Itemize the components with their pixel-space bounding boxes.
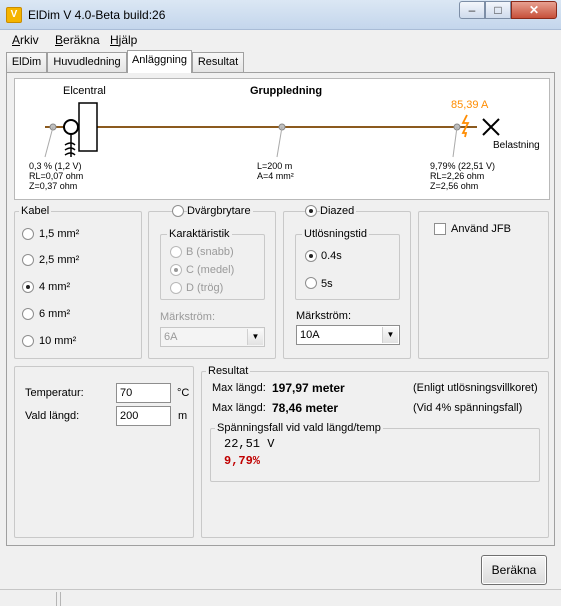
right-info: 9,79% (22,51 V) RL=2,26 ohm Z=2,56 ohm [430,161,496,191]
diazed-markstrom-label: Märkström: [296,310,351,322]
status-bar [0,589,561,606]
temperature-label: Temperatur: [25,387,84,399]
utlosningstid-radio-04[interactable] [305,250,317,262]
berakna-button[interactable]: Beräkna [481,555,547,585]
elcentral-label: Elcentral [63,85,106,97]
karakteristik-label-d: D (trög) [186,282,224,294]
max-length-note-2: (Vid 4% spänningsfall) [413,402,523,414]
minimize-button[interactable]: – [459,1,485,19]
max-length-value-1: 197,97 meter [272,381,345,395]
diazed-markstrom-select[interactable]: 10A ▼ [296,325,400,345]
kabel-label-2-5: 2,5 mm² [39,254,80,266]
max-length-note-1: (Enligt utlösningsvillkoret) [413,382,538,394]
tab-eldim[interactable]: ElDim [6,52,47,72]
tab-strip: ElDim Huvudledning Anläggning Resultat [0,50,561,73]
diazed-label: Diazed [320,205,357,217]
kabel-label-10: 10 mm² [39,335,77,347]
karakteristik-label-b: B (snabb) [186,246,234,258]
tab-anlaggning[interactable]: Anläggning [127,50,192,73]
maximize-button[interactable]: □ [485,1,511,19]
menu-bar: Arkiv Beräkna Hjälp [0,30,561,50]
utlosningstid-radio-5[interactable] [305,277,317,289]
kabel-legend: Kabel [19,205,52,217]
karakteristik-legend: Karaktäristik [167,228,232,240]
kabel-label-6: 6 mm² [39,308,71,320]
tab-resultat[interactable]: Resultat [192,52,244,72]
length-input[interactable]: 200 [116,406,171,426]
utlosningstid-legend: Utlösningstid [302,228,369,240]
current-label: 85,39 A [451,99,489,111]
status-separator [56,592,57,606]
temperature-unit: °C [177,387,190,399]
kabel-radio-6[interactable] [22,308,34,320]
utlosningstid-group: Utlösningstid [295,228,400,300]
diazed-radio[interactable] [305,205,317,217]
app-icon: V [6,7,22,23]
karakteristik-radio-c[interactable] [170,264,182,276]
voltage-drop-percent: 9,79% [224,454,261,468]
mid-info: L=200 m A=4 mm² [257,161,294,181]
karakteristik-radio-d[interactable] [170,282,182,294]
ground-icon [64,142,76,156]
tab-huvudledning[interactable]: Huvudledning [47,52,127,72]
temperature-input[interactable]: 70 [116,383,171,403]
close-button[interactable]: ✕ [511,1,557,19]
dvargbrytare-label: Dvärgbrytare [187,205,253,217]
chevron-down-icon: ▼ [247,329,263,345]
length-unit: m [178,410,188,422]
karakteristik-label-c: C (medel) [186,264,235,276]
elcentral-circle [63,119,79,135]
length-value: 200 [120,410,139,422]
resultat-legend: Resultat [206,365,251,377]
max-length-label-1: Max längd: [212,382,266,394]
chevron-down-icon: ▼ [382,327,398,343]
utlosningstid-label-04: 0.4s [321,250,342,262]
title-bar: V ElDim V 4.0-Beta build:26 – □ ✕ [0,0,561,30]
max-length-label-2: Max längd: [212,402,266,414]
kabel-radio-4[interactable] [22,281,34,293]
dvargbrytare-radio[interactable] [172,205,184,217]
dvarg-markstrom-value: 6A [164,331,178,343]
menu-berakna[interactable]: Beräkna [55,33,100,47]
jfb-checkbox[interactable] [434,223,446,235]
elcentral-box [78,102,98,152]
status-separator [60,592,61,606]
kabel-label-4: 4 mm² [39,281,71,293]
diazed-markstrom-value: 10A [300,329,320,341]
load-label: Belastning [493,140,540,151]
temperature-value: 70 [120,387,133,399]
kabel-radio-2-5[interactable] [22,254,34,266]
diagram-title: Gruppledning [250,85,323,97]
kabel-label-1-5: 1,5 mm² [39,228,80,240]
menu-arkiv[interactable]: Arkiv [12,33,39,47]
jfb-label: Använd JFB [451,223,511,235]
kabel-radio-1-5[interactable] [22,228,34,240]
karakteristik-radio-b[interactable] [170,246,182,258]
dvarg-markstrom-label: Märkström: [160,311,215,323]
utlosningstid-label-5: 5s [321,278,333,290]
spanningsfall-legend: Spänningsfall vid vald längd/temp [215,422,383,434]
circuit-diagram: Gruppledning Elcentral 85,39 A Belastnin… [14,78,550,200]
voltage-drop-volt: 22,51 V [224,437,275,451]
dvarg-markstrom-select[interactable]: 6A ▼ [160,327,265,347]
menu-hjalp[interactable]: Hjälp [110,33,137,47]
window-title: ElDim V 4.0-Beta build:26 [28,8,166,22]
kabel-radio-10[interactable] [22,335,34,347]
length-label: Vald längd: [25,410,80,422]
left-info: 0,3 % (1,2 V) RL=0,07 ohm Z=0,37 ohm [29,161,84,191]
max-length-value-2: 78,46 meter [272,401,339,415]
